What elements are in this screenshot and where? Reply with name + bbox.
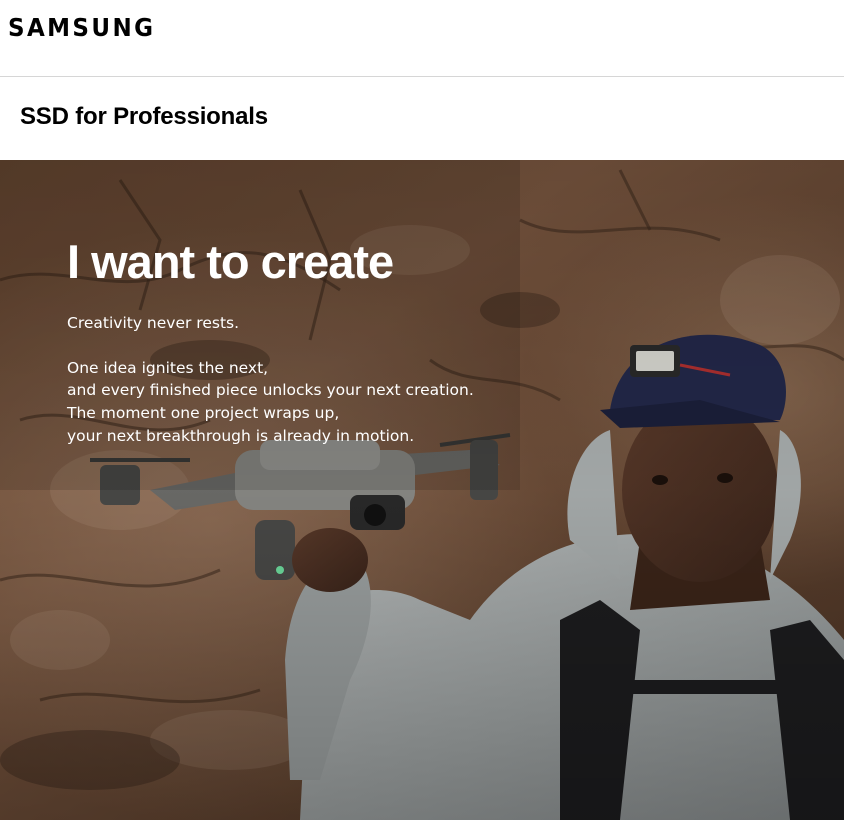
- hero-banner: I want to create Creativity never rests.…: [0, 160, 844, 820]
- page: SAMSUNG SSD for Professionals I want to …: [0, 0, 844, 820]
- hero-body-line: your next breakthrough is already in mot…: [67, 426, 415, 445]
- hero-body-line: and every finished piece unlocks your ne…: [67, 381, 474, 400]
- hero-heading: I want to create: [67, 235, 394, 288]
- samsung-logo[interactable]: SAMSUNG: [8, 12, 155, 44]
- hero-body-line: The moment one project wraps up,: [67, 403, 340, 422]
- hero-body-line: One idea ignites the next,: [67, 358, 269, 377]
- hero-lead: Creativity never rests.: [67, 314, 240, 332]
- product-subnav: SSD for Professionals: [0, 77, 844, 160]
- global-header: SAMSUNG: [0, 0, 844, 77]
- hero-body: One idea ignites the next, and every fin…: [67, 357, 587, 448]
- subnav-title[interactable]: SSD for Professionals: [20, 102, 268, 132]
- hero-text-block: I want to create Creativity never rests.…: [67, 234, 587, 447]
